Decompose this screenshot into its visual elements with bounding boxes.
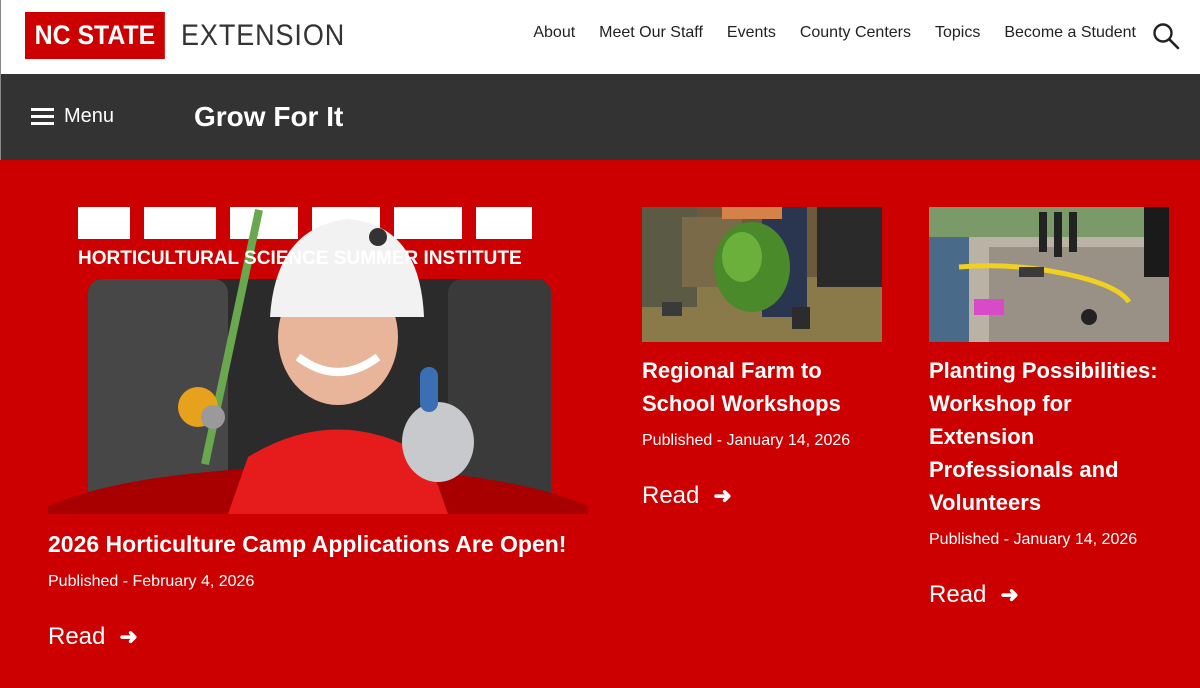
planting-possibilities-image[interactable] bbox=[929, 207, 1169, 342]
arrow-right-icon: ➜ bbox=[1000, 582, 1019, 607]
nav-link-topics[interactable]: Topics bbox=[935, 24, 980, 42]
read-label: Read bbox=[48, 623, 106, 650]
hamburger-icon bbox=[31, 107, 54, 127]
farm-photo-illustration bbox=[642, 207, 882, 342]
nc-state-wordmark: NC STATE bbox=[25, 12, 165, 59]
news-card: Regional Farm to School Workshops Publis… bbox=[642, 207, 882, 510]
horticulture-camp-image[interactable]: HORTICULTURAL SCIENCE SUMMER INSTITUTE bbox=[48, 207, 588, 514]
nav-link-meet-our-staff[interactable]: Meet Our Staff bbox=[599, 24, 703, 42]
menu-button[interactable]: Menu bbox=[31, 105, 114, 128]
menu-label: Menu bbox=[64, 105, 115, 127]
site-header-bar: Menu Grow For It bbox=[0, 74, 1200, 160]
nav-link-become-a-student[interactable]: Become a Student bbox=[1004, 24, 1136, 42]
news-title[interactable]: 2026 Horticulture Camp Applications Are … bbox=[48, 528, 588, 561]
read-more-link[interactable]: Read ➜ bbox=[48, 623, 588, 651]
nav-link-events[interactable]: Events bbox=[727, 24, 776, 42]
extension-wordmark: EXTENSION bbox=[181, 18, 346, 52]
read-label: Read bbox=[929, 581, 987, 608]
nav-link-about[interactable]: About bbox=[533, 24, 575, 42]
top-navigation-bar: NC STATE EXTENSION About Meet Our Staff … bbox=[0, 0, 1200, 74]
workshop-photo-illustration bbox=[929, 207, 1169, 342]
read-label: Read bbox=[642, 482, 700, 509]
published-date: Published - January 14, 2026 bbox=[642, 432, 851, 449]
read-more-link[interactable]: Read ➜ bbox=[642, 482, 882, 510]
published-date: Published - February 4, 2026 bbox=[48, 573, 255, 590]
arrow-right-icon: ➜ bbox=[713, 483, 732, 508]
news-title[interactable]: Regional Farm to School Workshops bbox=[642, 354, 882, 420]
camp-image-caption: HORTICULTURAL SCIENCE SUMMER INSTITUTE bbox=[78, 248, 522, 269]
arrow-right-icon: ➜ bbox=[119, 624, 138, 649]
search-icon bbox=[1153, 23, 1180, 50]
nc-state-extension-logo[interactable]: NC STATE EXTENSION bbox=[25, 12, 363, 59]
news-card: HORTICULTURAL SCIENCE SUMMER INSTITUTE 2… bbox=[48, 207, 588, 651]
farm-to-school-image[interactable] bbox=[642, 207, 882, 342]
news-card: Planting Possibilities: Workshop for Ext… bbox=[929, 207, 1169, 609]
site-title[interactable]: Grow For It bbox=[194, 101, 343, 133]
read-more-link[interactable]: Read ➜ bbox=[929, 581, 1169, 609]
primary-nav: About Meet Our Staff Events County Cente… bbox=[509, 24, 1136, 42]
news-title[interactable]: Planting Possibilities: Workshop for Ext… bbox=[929, 354, 1169, 519]
published-date: Published - January 14, 2026 bbox=[929, 531, 1138, 548]
camp-photo-illustration: HORTICULTURAL SCIENCE SUMMER INSTITUTE bbox=[48, 207, 588, 514]
search-button[interactable] bbox=[1152, 22, 1180, 50]
nav-link-county-centers[interactable]: County Centers bbox=[800, 24, 911, 42]
